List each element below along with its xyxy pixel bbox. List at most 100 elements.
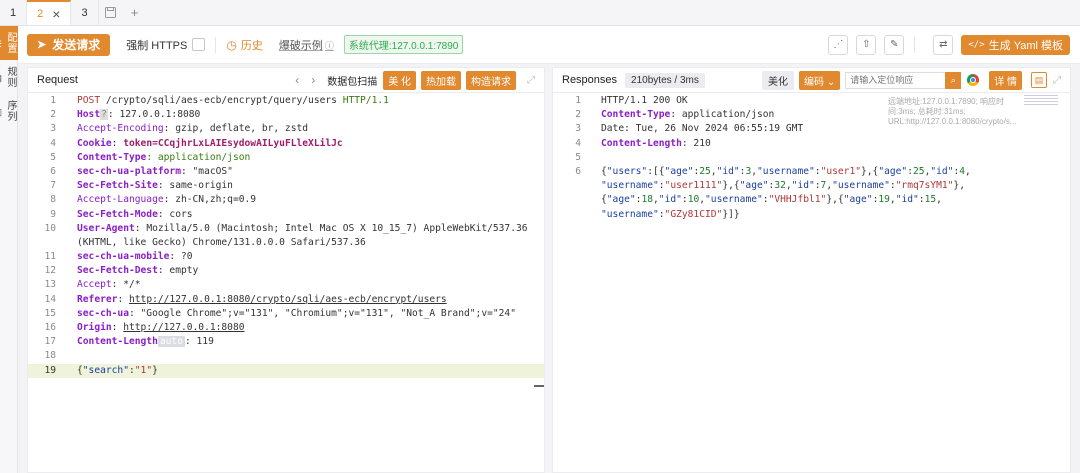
response-editor[interactable]: 1 HTTP/1.1 200 OK 2 Content-Type: applicat… [553,93,1070,222]
json-value: "1" [134,364,153,376]
encoding-dropdown[interactable]: 编码 ⌄ [799,70,841,90]
search-icon[interactable]: ⌕ [945,71,962,89]
header-value: : application/json [670,109,775,121]
request-path: /crypto/sqli/aes-ecb/encrypt/query/users [100,95,343,106]
json-brace: } [152,364,158,376]
header-key: Origin [77,322,112,333]
request-editor[interactable]: 1 POST /crypto/sqli/aes-ecb/encrypt/query… [28,93,544,387]
save-icon[interactable] [99,0,123,25]
upload-icon[interactable]: ⇧ [856,34,877,55]
json-body-line: {"users":[{"age":25,"id":3,"username":"u… [601,165,971,177]
sidebar-item-rules[interactable]: 规则▤ [0,60,18,94]
tab-2[interactable]: 2 × [27,0,72,25]
line-number: 9 [50,208,56,220]
force-https-checkbox[interactable] [192,38,206,51]
tab-label: 1 [10,6,17,19]
header-key: Sec-Fetch-Mode [77,208,158,220]
header-key: Referer [77,293,118,305]
response-search-input[interactable] [845,71,946,89]
code-line: 6 {"users":[{"age":25,"id":3,"username":"… [553,165,1070,179]
chevron-down-icon: ⌄ [826,76,836,88]
line-number: 8 [50,194,56,206]
code-line-wrap: "username":"GZy81CID"}]} [553,208,1070,222]
line-number: 10 [44,222,56,234]
code-line: 11 sec-ch-ua-mobile: ?0 [28,250,544,264]
tab-1[interactable]: 1 [0,0,28,25]
example-label: 爆破示例 [278,39,323,52]
code-line: 4 Cookie: token=CCqjhrLxLAIEsydowAILyuFLl… [28,137,544,151]
request-header: Request ‹ › 数据包扫描 美 化 热加载 构造请求 ⤢ [28,68,544,93]
header-value-wrap: (KHTML, like Gecko) Chrome/131.0.0.0 Saf… [77,236,366,248]
close-icon[interactable]: × [52,7,60,21]
header-value: : ?0 [169,251,193,263]
header-value: : "Google Chrome";v="131", "Chromium";v=… [128,307,516,319]
layers-icon: ◫ [0,107,3,118]
expand-icon[interactable]: ⤢ [1053,75,1061,86]
help-icon: ⓘ [324,40,334,51]
hot-load-button[interactable]: 热加载 [421,70,461,90]
build-request-button[interactable]: 构造请求 [466,70,516,90]
beautify-button[interactable]: 美化 [762,70,795,90]
json-body-line: "username":"GZy81CID"}]} [601,208,740,220]
tab-3[interactable]: 3 [71,0,99,25]
header-key: Content-Type [77,151,147,163]
header-key: sec-ch-ua-mobile [77,251,170,263]
chat-icon[interactable]: ▤ [1031,72,1047,88]
header-value: : empty [157,265,199,277]
brute-force-example-link[interactable]: 爆破示例 ⓘ [279,37,334,53]
history-label: 历史 [240,39,263,52]
packet-scan-label[interactable]: 数据包扫描 [327,73,377,88]
expand-icon[interactable]: ⤢ [527,75,535,86]
tab-strip: 1 2 × 3 + [0,0,1080,26]
plus-icon[interactable]: + [123,0,147,25]
code-line: 14 Referer: http://127.0.0.1:8080/crypto/… [28,293,544,307]
code-line: 5 [553,151,1070,165]
line-number: 6 [575,165,581,177]
header-key: Host [77,109,101,121]
header-value: : Mozilla/5.0 (Macintosh; Intel Mac OS X… [134,222,528,234]
code-line: 12 Sec-Fetch-Dest: empty [28,264,544,278]
code-line: 18 [28,349,544,363]
header-key: Content-Length [601,137,682,149]
origin-url[interactable]: http://127.0.0.1:8080 [123,322,244,333]
sidebar-item-config[interactable]: 配置☷ [0,26,18,60]
line-number: 6 [50,165,56,177]
chrome-icon[interactable] [967,74,980,86]
header-value: : same-origin [157,180,233,192]
header-value: : 210 [681,137,711,149]
referer-url[interactable]: http://127.0.0.1:8080/crypto/sqli/aes-ec… [129,294,447,305]
line-number: 15 [44,307,56,319]
send-request-button[interactable]: ➤ 发送请求 [27,33,111,56]
generate-yaml-button[interactable]: </> 生成 Yaml 模板 [961,34,1070,55]
code-line: 9 Sec-Fetch-Mode: cors [28,208,544,222]
header-key: Sec-Fetch-Dest [77,265,158,277]
clipboard-icon: ▤ [0,73,3,84]
header-key: Content-Type [601,109,671,121]
code-line: 6 sec-ch-ua-platform: "macOS" [28,165,544,179]
header-key: Accept [77,279,112,291]
chevron-right-icon[interactable]: › [311,73,315,87]
code-line: 4 Content-Length: 210 [553,137,1070,151]
detail-button[interactable]: 详 情 [989,70,1022,90]
header-key: sec-ch-ua [77,307,129,319]
swap-icon[interactable]: ⇄ [933,34,954,55]
line-number: 12 [44,265,56,277]
clock-icon: ◷ [226,37,237,52]
header-key: sec-ch-ua-platform [77,165,181,177]
code-line: 1 POST /crypto/sqli/aes-ecb/encrypt/query… [28,94,544,108]
code-line-wrap: (KHTML, like Gecko) Chrome/131.0.0.0 Saf… [28,236,544,250]
header-key: User-Agent [77,222,135,234]
sidebar-item-sequence[interactable]: 序列◫ [0,94,18,128]
history-button[interactable]: ◷ 历史 [226,37,262,53]
edit-icon[interactable]: ✎ [884,34,905,55]
line-number: 2 [575,109,581,121]
toolbar: ➤ 发送请求 强制 HTTPS ◷ 历史 爆破示例 ⓘ 系统代理:127.0.0.… [18,26,1080,64]
chevron-left-icon[interactable]: ‹ [295,73,299,87]
beautify-button[interactable]: 美 化 [383,70,416,90]
share-icon[interactable]: ⋰ [828,34,849,55]
request-title: Request [37,74,78,86]
response-title: Responses [562,74,618,86]
line-number: 16 [44,322,56,333]
auto-badge: auto [157,336,185,348]
http-version: HTTP/1.1 [342,95,389,106]
